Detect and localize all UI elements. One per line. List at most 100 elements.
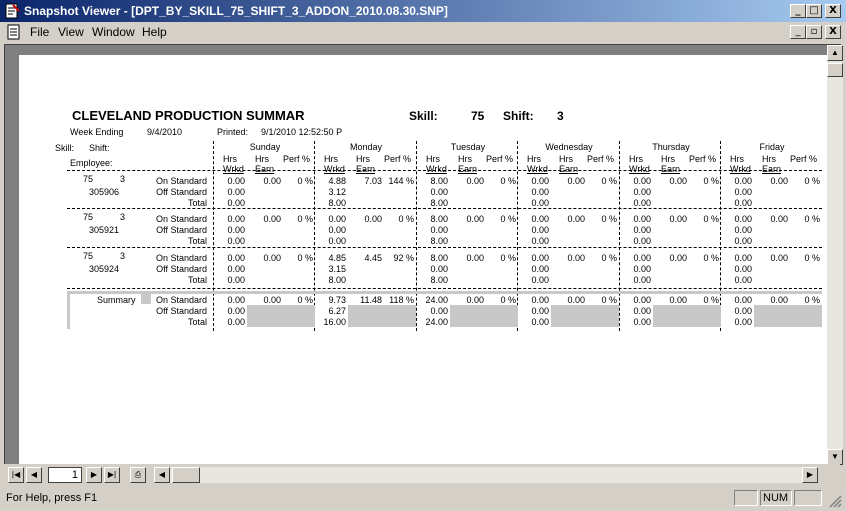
- caps-indicator: [734, 490, 758, 506]
- hrs-earn-header: Hrs: [559, 154, 573, 164]
- day-header: Thursday: [652, 142, 690, 152]
- off-hrs-wrkd: 0.00: [227, 306, 245, 316]
- menu-window[interactable]: Window: [92, 25, 135, 39]
- on-perf: 0 %: [601, 176, 617, 186]
- status-bar: For Help, press F1 NUM: [0, 488, 846, 510]
- menu-view[interactable]: View: [58, 25, 84, 39]
- on-perf: 0 %: [500, 253, 516, 263]
- summary-shade: [348, 305, 416, 327]
- hrs-wrkd-header: Wrkd: [730, 164, 751, 174]
- hrs-earn-header: Earn: [255, 164, 275, 174]
- num-indicator: NUM: [760, 490, 792, 506]
- hrs-wrkd-header: Wrkd: [426, 164, 447, 174]
- total-hrs-wrkd: 8.00: [328, 198, 346, 208]
- on-perf: 0 %: [703, 176, 719, 186]
- scroll-indicator: [794, 490, 822, 506]
- navigation-bar: |◀ ◀ 1 ▶ ▶| ⎙ ◀ ▶: [4, 464, 840, 486]
- scroll-thumb[interactable]: [827, 63, 843, 77]
- hrs-earn-header: Hrs: [661, 154, 675, 164]
- scroll-left-icon[interactable]: ◀: [154, 467, 170, 483]
- hrs-earn-header: Hrs: [458, 154, 472, 164]
- hrs-wrkd-header: Hrs: [629, 154, 643, 164]
- row-label-emp: Total: [187, 198, 207, 208]
- off-hrs-wrkd: 0.00: [430, 187, 448, 197]
- week-ending-label: Week Ending: [70, 127, 124, 137]
- scroll-down-icon[interactable]: ▼: [827, 449, 843, 465]
- day-header: Tuesday: [450, 142, 486, 152]
- shift-header-label: Shift:: [503, 109, 534, 123]
- page-number-input[interactable]: 1: [48, 467, 82, 483]
- on-perf: 0 %: [601, 253, 617, 263]
- perf-header: Perf %: [384, 154, 412, 164]
- perf-header: Perf %: [587, 154, 615, 164]
- on-perf: 0 %: [500, 214, 516, 224]
- close-button[interactable]: X: [825, 4, 841, 18]
- total-hrs-wrkd: 0.00: [633, 275, 651, 285]
- off-hrs-wrkd: 0.00: [430, 264, 448, 274]
- prev-page-icon[interactable]: ◀: [26, 467, 42, 483]
- total-hrs-wrkd: 0.00: [734, 236, 752, 246]
- perf-header: Perf %: [790, 154, 818, 164]
- hrs-earn-header: Hrs: [255, 154, 269, 164]
- summary-border: [67, 291, 822, 294]
- report-page: CLEVELAND PRODUCTION SUMMAR Skill: 75 Sh…: [19, 55, 827, 475]
- row-label-emp: On Standard: [155, 214, 207, 224]
- col-skill-label: Skill:: [55, 143, 75, 153]
- horizontal-scrollbar[interactable]: ◀ ▶: [154, 467, 818, 483]
- hrs-earn-header: Earn: [458, 164, 478, 174]
- on-perf: 0 %: [297, 295, 313, 305]
- hrs-earn-header: Earn: [356, 164, 376, 174]
- hrs-wrkd-header: Wrkd: [223, 164, 244, 174]
- off-hrs-wrkd: 0.00: [531, 306, 549, 316]
- off-hrs-wrkd: 0.00: [734, 264, 752, 274]
- hrs-earn-header: Earn: [661, 164, 681, 174]
- skill-header-value: 75: [471, 109, 485, 123]
- first-page-icon[interactable]: |◀: [8, 467, 24, 483]
- horizontal-scroll-thumb[interactable]: [172, 467, 200, 483]
- document-icon[interactable]: [6, 24, 22, 40]
- off-hrs-wrkd: 3.12: [328, 187, 346, 197]
- preview-area: CLEVELAND PRODUCTION SUMMAR Skill: 75 Sh…: [4, 44, 843, 475]
- off-hrs-wrkd: 0.00: [531, 187, 549, 197]
- maximize-button[interactable]: □: [806, 4, 822, 18]
- day-header: Wednesday: [545, 142, 593, 152]
- off-hrs-wrkd: 3.15: [328, 264, 346, 274]
- total-hrs-wrkd: 0.00: [227, 317, 245, 327]
- hrs-wrkd-header: Wrkd: [324, 164, 345, 174]
- total-hrs-wrkd: 0.00: [734, 317, 752, 327]
- doc-restore-button[interactable]: ▫: [806, 25, 822, 39]
- next-page-icon[interactable]: ▶: [86, 467, 102, 483]
- doc-minimize-button[interactable]: _: [790, 25, 806, 39]
- hrs-earn-header: Earn: [762, 164, 782, 174]
- scroll-right-icon[interactable]: ▶: [802, 467, 818, 483]
- off-hrs-wrkd: 0.00: [227, 187, 245, 197]
- menu-file[interactable]: File: [30, 25, 49, 39]
- col-employee-label: Employee:: [70, 158, 113, 168]
- total-hrs-wrkd: 0.00: [531, 275, 549, 285]
- off-hrs-wrkd: 0.00: [227, 264, 245, 274]
- doc-close-button[interactable]: X: [825, 25, 841, 39]
- total-hrs-wrkd: 24.00: [425, 317, 448, 327]
- printed-value: 9/1/2010 12:52:50 P: [261, 127, 343, 137]
- total-hrs-wrkd: 0.00: [531, 198, 549, 208]
- off-hrs-wrkd: 0.00: [734, 225, 752, 235]
- week-ending-value: 9/4/2010: [147, 127, 183, 137]
- summary-shade: [551, 305, 619, 327]
- total-hrs-wrkd: 8.00: [328, 275, 346, 285]
- row-label-emp: Off Standard: [156, 187, 207, 197]
- vertical-scrollbar[interactable]: ▲ ▼: [827, 45, 843, 465]
- day-header: Sunday: [249, 142, 281, 152]
- off-hrs-wrkd: 0.00: [328, 225, 346, 235]
- resize-grip-icon[interactable]: [828, 494, 842, 508]
- last-page-icon[interactable]: ▶|: [104, 467, 120, 483]
- row-label-emp: Total: [187, 275, 207, 285]
- status-help-text: For Help, press F1: [6, 492, 98, 504]
- menu-help[interactable]: Help: [142, 25, 167, 39]
- total-hrs-wrkd: 0.00: [734, 198, 752, 208]
- printer-icon[interactable]: ⎙: [130, 467, 146, 483]
- scroll-up-icon[interactable]: ▲: [827, 45, 843, 61]
- total-hrs-wrkd: 0.00: [633, 198, 651, 208]
- on-perf: 0 %: [297, 176, 313, 186]
- minimize-button[interactable]: _: [790, 4, 806, 18]
- on-perf: 0 %: [804, 253, 820, 263]
